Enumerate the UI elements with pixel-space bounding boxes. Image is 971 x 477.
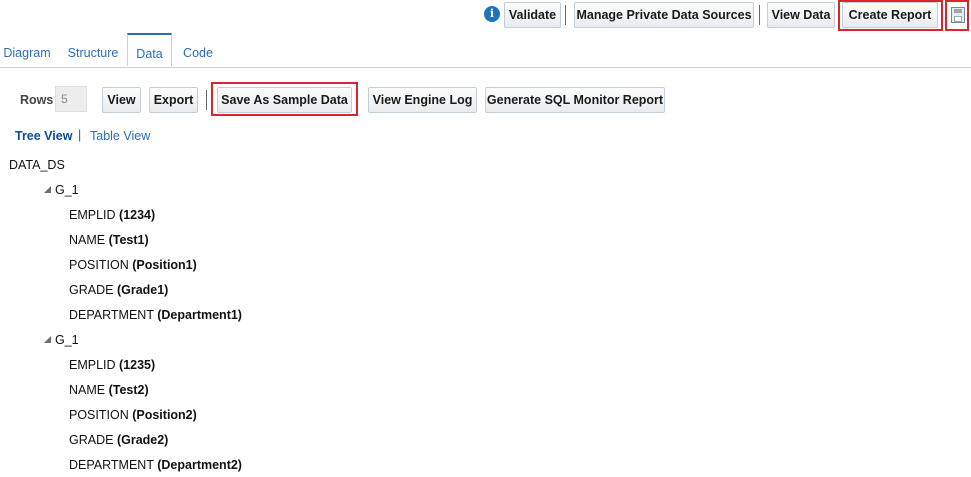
tree-field: EMPLID (1234) (69, 208, 156, 222)
toolbar-separator (759, 5, 760, 25)
validate-button[interactable]: Validate (504, 2, 561, 28)
tree-view-link[interactable]: Tree View (15, 129, 72, 143)
export-button[interactable]: Export (149, 87, 198, 113)
toolbar-separator (565, 5, 566, 25)
tree-group[interactable]: G_1 (55, 333, 79, 347)
top-toolbar: i Validate Manage Private Data Sources V… (0, 0, 971, 31)
save-icon-highlight (945, 0, 969, 31)
view-separator: | (78, 128, 82, 142)
tree-field: EMPLID (1235) (69, 358, 156, 372)
tree-field: POSITION (Position1) (69, 258, 197, 272)
create-report-highlight (838, 0, 943, 31)
tree-root: DATA_DS (9, 158, 65, 172)
tab-diagram[interactable]: Diagram (0, 33, 54, 67)
tab-structure[interactable]: Structure (63, 33, 123, 67)
manage-private-data-sources-button[interactable]: Manage Private Data Sources (574, 2, 754, 28)
view-button[interactable]: View (102, 87, 141, 113)
tree-field: DEPARTMENT (Department2) (69, 458, 242, 472)
tree-field: GRADE (Grade1) (69, 283, 169, 297)
collapse-icon[interactable] (44, 186, 51, 193)
rows-label: Rows (20, 93, 54, 107)
collapse-icon[interactable] (44, 336, 51, 343)
save-sample-highlight (211, 82, 358, 116)
view-engine-log-button[interactable]: View Engine Log (368, 87, 477, 113)
tab-code[interactable]: Code (179, 33, 217, 67)
table-view-link[interactable]: Table View (90, 129, 150, 143)
tree-field: GRADE (Grade2) (69, 433, 169, 447)
generate-sql-monitor-report-button[interactable]: Generate SQL Monitor Report (485, 87, 665, 113)
view-data-button[interactable]: View Data (767, 2, 835, 28)
toolbar-separator (206, 90, 207, 110)
tree-field: DEPARTMENT (Department1) (69, 308, 242, 322)
tab-bar: Diagram Structure Data Code (0, 33, 971, 68)
tree-field: NAME (Test2) (69, 383, 149, 397)
info-icon[interactable]: i (484, 6, 500, 22)
tree-field: POSITION (Position2) (69, 408, 197, 422)
tree-field: NAME (Test1) (69, 233, 149, 247)
tab-data[interactable]: Data (127, 33, 172, 66)
tree-group[interactable]: G_1 (55, 183, 79, 197)
rows-input[interactable]: 5 (55, 86, 87, 112)
